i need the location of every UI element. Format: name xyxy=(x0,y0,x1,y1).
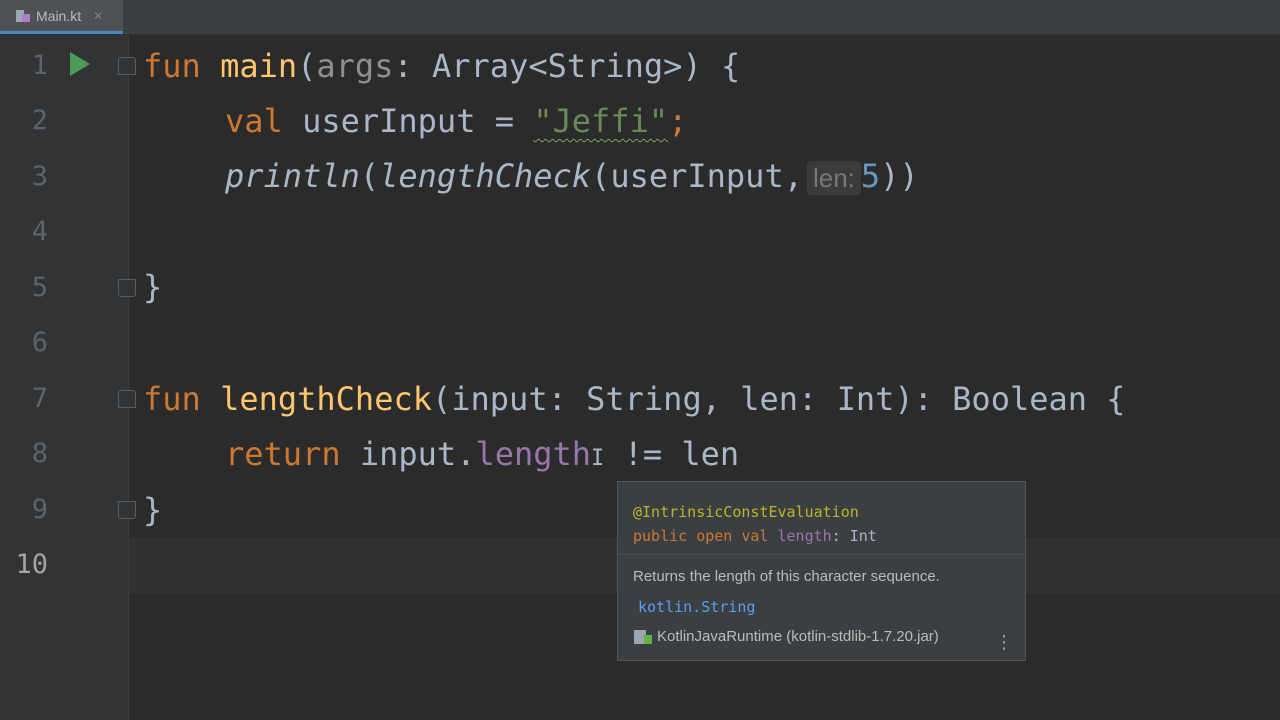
property-name: length xyxy=(475,435,592,473)
library-icon xyxy=(633,629,653,645)
more-options-icon[interactable]: ⋮ xyxy=(995,634,1013,652)
line-number: 7 xyxy=(31,383,48,414)
line-number: 1 xyxy=(31,50,48,81)
close-icon[interactable]: ✕ xyxy=(93,9,103,23)
line-number: 5 xyxy=(31,272,48,303)
code-text: ( xyxy=(359,157,380,195)
mouse-cursor-icon: I xyxy=(591,446,605,471)
function-call: println xyxy=(225,157,360,195)
code-line-8: return input.lengthI != len xyxy=(225,434,739,474)
code-text: input. xyxy=(340,435,476,473)
doc-annotation: @IntrinsicConstEvaluation xyxy=(633,503,859,521)
line-number: 4 xyxy=(31,216,48,247)
doc-package-link[interactable]: kotlin.String xyxy=(638,598,755,616)
code-text: ( xyxy=(297,47,317,85)
code-line-3: println(lengthCheck(userInput, len: 5)) xyxy=(225,156,919,196)
code-line-2: val userInput = "Jeffi"; xyxy=(225,101,687,141)
keyword: fun xyxy=(143,47,201,85)
keyword: val xyxy=(225,102,283,140)
doc-property: length xyxy=(777,527,832,545)
doc-modifiers: public open val xyxy=(633,527,769,545)
code-text: } xyxy=(143,491,163,529)
code-text: : Array<String>) { xyxy=(393,47,741,85)
line-number: 8 xyxy=(31,438,48,469)
tab-main-kt[interactable]: Main.kt ✕ xyxy=(0,0,123,34)
tab-label: Main.kt xyxy=(36,7,82,24)
semicolon: ; xyxy=(668,102,688,140)
run-icon[interactable] xyxy=(70,52,90,76)
function-name: main xyxy=(220,47,298,85)
parameter-hint: len: xyxy=(806,161,861,195)
keyword: return xyxy=(225,435,341,473)
code-text: )) xyxy=(880,157,919,195)
line-number: 9 xyxy=(31,494,48,525)
divider xyxy=(618,554,1025,555)
number-literal: 5 xyxy=(860,157,881,195)
parameter-name: args xyxy=(316,47,394,85)
code-line-1: fun main(args: Array<String>) { xyxy=(143,46,740,86)
line-number: 2 xyxy=(31,105,48,136)
editor-tab-bar: Main.kt ✕ xyxy=(0,0,1280,35)
code-text: (userInput, xyxy=(591,157,803,195)
line-number: 3 xyxy=(31,161,48,192)
code-line-5: } xyxy=(143,267,162,307)
code-text: } xyxy=(143,268,163,306)
editor-gutter: 1 2 3 4 5 6 7 8 9 10 xyxy=(0,35,136,720)
doc-signature: @IntrinsicConstEvaluation public open va… xyxy=(633,500,877,548)
code-text: (input: String, len: Int): Boolean { xyxy=(431,380,1126,418)
doc-description: Returns the length of this character seq… xyxy=(633,568,940,585)
doc-library: KotlinJavaRuntime (kotlin-stdlib-1.7.20.… xyxy=(633,628,939,645)
doc-library-label: KotlinJavaRuntime (kotlin-stdlib-1.7.20.… xyxy=(657,628,939,645)
code-text: userInput = xyxy=(282,102,534,140)
function-name: lengthCheck xyxy=(220,380,432,418)
code-text: != len xyxy=(604,435,740,473)
string-literal: "Jeffi" xyxy=(533,102,669,140)
quick-documentation-popup: @IntrinsicConstEvaluation public open va… xyxy=(617,481,1026,661)
code-line-9: } xyxy=(143,490,162,530)
function-call: lengthCheck xyxy=(379,157,592,195)
code-line-7: fun lengthCheck(input: String, len: Int)… xyxy=(143,379,1126,419)
doc-type: : Int xyxy=(831,527,877,545)
keyword: fun xyxy=(143,380,201,418)
line-number: 6 xyxy=(31,327,48,358)
line-number-current: 10 xyxy=(15,549,48,580)
kotlin-file-icon xyxy=(16,8,30,24)
